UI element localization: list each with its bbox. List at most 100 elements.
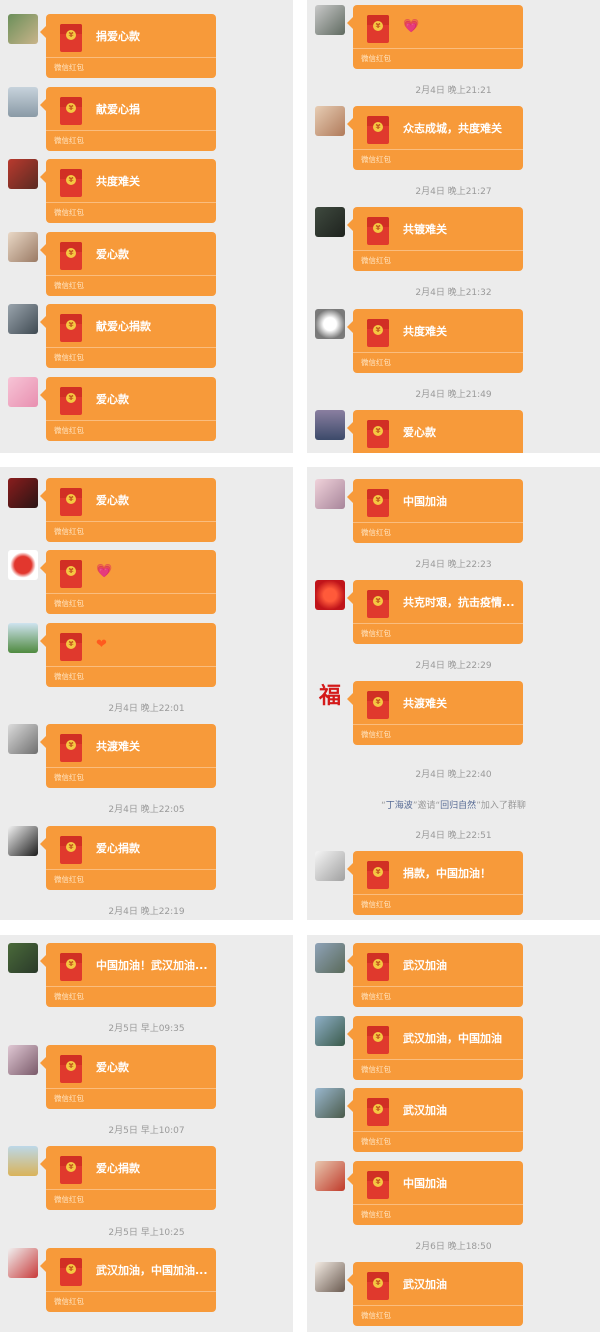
red-packet-label: 微信红包 bbox=[54, 992, 84, 1001]
timestamp: 2月4日 晚上22:19 bbox=[108, 907, 185, 917]
red-envelope-icon: ¥ bbox=[60, 488, 82, 516]
red-packet-label: 微信红包 bbox=[361, 1210, 391, 1219]
red-packet-label: 微信红包 bbox=[54, 353, 84, 362]
red-packet-label: 微信红包 bbox=[54, 1297, 84, 1306]
red-packet-message[interactable]: ¥ 共度难关 微信红包 bbox=[40, 159, 216, 223]
avatar[interactable]: 福 bbox=[315, 681, 345, 711]
avatar[interactable] bbox=[8, 1045, 38, 1075]
red-packet-message[interactable]: ¥ 共镀难关 微信红包 bbox=[347, 207, 523, 271]
red-packet-message[interactable]: ¥ 武汉加油，中国加油... 微信红包 bbox=[40, 1248, 216, 1312]
red-envelope-icon: ¥ bbox=[367, 590, 389, 618]
avatar[interactable] bbox=[315, 1016, 345, 1046]
red-envelope-icon: ¥ bbox=[367, 1272, 389, 1300]
red-packet-message[interactable]: ¥ 捐爱心款 微信红包 bbox=[40, 14, 216, 78]
red-packet-message[interactable]: ¥ 爱心款 微信红包 bbox=[40, 1045, 216, 1109]
red-packet-label: 微信红包 bbox=[361, 629, 391, 638]
avatar[interactable] bbox=[315, 851, 345, 881]
inviter-name[interactable]: 丁海波 bbox=[386, 801, 413, 811]
red-packet-message[interactable]: ¥ 共度难关 微信红包 bbox=[347, 309, 523, 373]
red-packet-label: 微信红包 bbox=[54, 875, 84, 884]
red-packet-message[interactable]: ¥ 武汉加油 微信红包 bbox=[347, 1088, 523, 1152]
red-packet-message[interactable]: ¥ 武汉加油 微信红包 bbox=[347, 1262, 523, 1326]
avatar[interactable] bbox=[315, 1262, 345, 1292]
red-envelope-icon: ¥ bbox=[60, 97, 82, 125]
red-packet-message[interactable]: ¥ 爱心捐款 微信红包 bbox=[40, 1146, 216, 1210]
red-envelope-icon: ¥ bbox=[367, 953, 389, 981]
avatar[interactable] bbox=[8, 550, 38, 580]
red-packet-message[interactable]: ¥ 共渡难关 微信红包 bbox=[40, 724, 216, 788]
avatar[interactable] bbox=[8, 623, 38, 653]
red-packet-message[interactable]: ¥ 捐款，中国加油！ 微信红包 bbox=[347, 851, 523, 915]
red-packet-label: 微信红包 bbox=[54, 136, 84, 145]
red-packet-label: 微信红包 bbox=[54, 599, 84, 608]
red-packet-message[interactable]: ¥ 献爱心捐款 微信红包 bbox=[40, 304, 216, 368]
red-packet-message[interactable]: ¥ 武汉加油 微信红包 bbox=[347, 943, 523, 1007]
avatar[interactable] bbox=[315, 309, 345, 339]
avatar[interactable] bbox=[8, 14, 38, 44]
red-packet-label: 微信红包 bbox=[361, 992, 391, 1001]
avatar[interactable] bbox=[8, 304, 38, 334]
red-packet-text: 武汉加油，中国加油 bbox=[403, 1032, 502, 1045]
red-envelope-icon: ¥ bbox=[60, 633, 82, 661]
avatar[interactable] bbox=[8, 943, 38, 973]
avatar[interactable] bbox=[315, 1161, 345, 1191]
avatar[interactable] bbox=[315, 580, 345, 610]
avatar[interactable] bbox=[8, 478, 38, 508]
invitee-name[interactable]: 回归自然 bbox=[440, 801, 476, 811]
red-packet-text: 献爱心捐款 bbox=[96, 320, 151, 333]
red-packet-message[interactable]: ¥ 众志成城，共度难关 微信红包 bbox=[347, 106, 523, 170]
red-envelope-icon: ¥ bbox=[60, 734, 82, 762]
red-packet-label: 微信红包 bbox=[361, 1065, 391, 1074]
red-packet-message[interactable]: ¥ 共克时艰，抗击疫情... 微信红包 bbox=[347, 580, 523, 644]
red-packet-message[interactable]: ¥ 爱心款 微信红包 bbox=[347, 410, 523, 453]
red-packet-text: 武汉加油，中国加油... bbox=[96, 1264, 208, 1277]
avatar[interactable] bbox=[8, 724, 38, 754]
avatar[interactable] bbox=[315, 479, 345, 509]
chat-panel-3: ¥ 爱心款 微信红包 ¥ 💗 微信红包 ¥ ❤ 微信红包 2月4日 晚上22:0… bbox=[0, 467, 293, 920]
red-packet-label: 微信红包 bbox=[54, 672, 84, 681]
red-packet-message[interactable]: ¥ 爱心款 微信红包 bbox=[40, 377, 216, 441]
red-packet-message[interactable]: ¥ 中国加油 微信红包 bbox=[347, 479, 523, 543]
red-packet-message[interactable]: ¥ 爱心款 微信红包 bbox=[40, 232, 216, 296]
red-envelope-icon: ¥ bbox=[367, 217, 389, 245]
timestamp: 2月4日 晚上22:51 bbox=[415, 831, 492, 841]
avatar[interactable] bbox=[8, 232, 38, 262]
red-packet-text: 捐款，中国加油！ bbox=[403, 867, 491, 880]
red-packet-message[interactable]: ¥ 武汉加油，中国加油 微信红包 bbox=[347, 1016, 523, 1080]
red-packet-text: 爱心款 bbox=[96, 494, 129, 507]
red-envelope-icon: ¥ bbox=[60, 169, 82, 197]
avatar[interactable] bbox=[315, 1088, 345, 1118]
red-packet-message[interactable]: ¥ 献爱心捐 微信红包 bbox=[40, 87, 216, 151]
red-packet-label: 微信红包 bbox=[54, 426, 84, 435]
red-packet-label: 微信红包 bbox=[54, 527, 84, 536]
red-envelope-icon: ¥ bbox=[60, 560, 82, 588]
red-packet-text: 共度难关 bbox=[96, 175, 140, 188]
red-packet-message[interactable]: ¥ 💗 微信红包 bbox=[40, 550, 216, 614]
avatar[interactable] bbox=[315, 106, 345, 136]
avatar[interactable] bbox=[315, 207, 345, 237]
avatar[interactable] bbox=[8, 826, 38, 856]
red-packet-message[interactable]: ¥ 中国加油！武汉加油... 微信红包 bbox=[40, 943, 216, 1007]
timestamp: 2月4日 晚上21:27 bbox=[415, 187, 492, 197]
red-packet-text: 爱心款 bbox=[403, 426, 436, 439]
avatar[interactable] bbox=[8, 1146, 38, 1176]
red-packet-message[interactable]: ¥ 中国加油 微信红包 bbox=[347, 1161, 523, 1225]
red-packet-message[interactable]: ¥ 爱心捐款 微信红包 bbox=[40, 826, 216, 890]
red-packet-message[interactable]: ¥ 💗 微信红包 bbox=[347, 5, 523, 69]
red-envelope-icon: ¥ bbox=[367, 489, 389, 517]
avatar[interactable] bbox=[8, 1248, 38, 1278]
red-packet-message[interactable]: ¥ 共渡难关 微信红包 bbox=[347, 681, 523, 745]
avatar[interactable] bbox=[8, 87, 38, 117]
avatar[interactable] bbox=[315, 410, 345, 440]
red-packet-message[interactable]: ¥ ❤ 微信红包 bbox=[40, 623, 216, 687]
red-packet-text: 爱心款 bbox=[96, 1061, 129, 1074]
red-packet-text: 爱心捐款 bbox=[96, 842, 140, 855]
red-packet-label: 微信红包 bbox=[361, 900, 391, 909]
red-packet-message[interactable]: ¥ 爱心款 微信红包 bbox=[40, 478, 216, 542]
avatar[interactable] bbox=[8, 377, 38, 407]
avatar[interactable] bbox=[8, 159, 38, 189]
avatar[interactable] bbox=[315, 943, 345, 973]
avatar[interactable] bbox=[315, 5, 345, 35]
timestamp: 2月4日 晚上22:29 bbox=[415, 661, 492, 671]
red-envelope-icon: ¥ bbox=[60, 1258, 82, 1286]
